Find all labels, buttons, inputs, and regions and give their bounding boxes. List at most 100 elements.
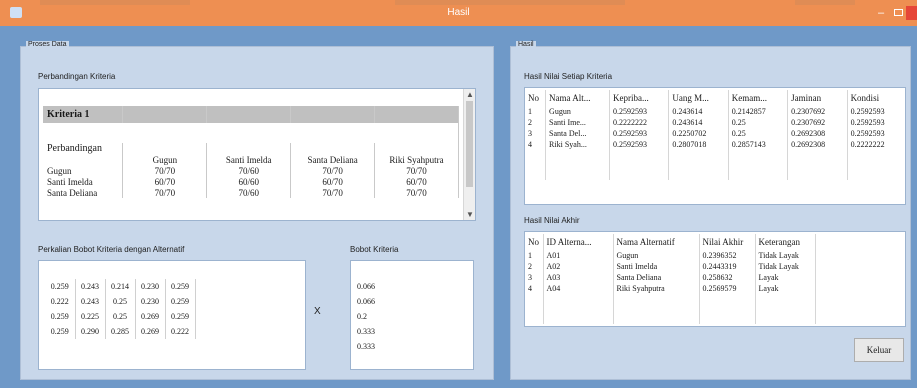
cell: 4 — [525, 139, 547, 150]
matrix-cell: 0.25 — [105, 309, 136, 324]
cell: 0.2592593 — [847, 128, 905, 139]
column-header[interactable]: ID Alterna... — [543, 234, 614, 250]
perbandingan-subheader-row: Perbandingan — [43, 143, 459, 154]
column-header[interactable]: Uang M... — [668, 90, 729, 106]
table-row[interactable]: Gugun 70/70 70/60 70/70 70/70 — [43, 165, 459, 176]
column-header[interactable]: Nilai Akhir — [699, 234, 756, 250]
cell: 70/60 — [206, 165, 292, 176]
matrix-cell: 0.214 — [105, 279, 136, 294]
cell: 70/70 — [122, 187, 208, 198]
minimize-button[interactable]: – — [873, 6, 889, 20]
background-window-text — [40, 0, 190, 5]
table-row[interactable]: 3 Santa Del... 0.2592593 0.2250702 0.25 … — [525, 128, 905, 139]
column-header[interactable]: Kondisi — [847, 90, 905, 106]
scroll-thumb[interactable] — [466, 101, 473, 187]
criteria-header-cell: Kriteria 1 — [43, 106, 124, 123]
cell: 0.243614 — [668, 117, 729, 128]
matrix-cell: 0.222 — [165, 324, 196, 339]
nilai-kriteria-label: Hasil Nilai Setiap Kriteria — [524, 72, 613, 81]
alternative-header: Santa Deliana — [290, 154, 376, 165]
matrix-cell: 0.285 — [105, 324, 136, 339]
bobot-kriteria-label: Bobot Kriteria — [350, 245, 399, 254]
column-header[interactable]: Keterangan — [755, 234, 816, 250]
cell: 60/60 — [206, 176, 292, 187]
cell: 3 — [525, 128, 547, 139]
bobot-cell: 0.333 — [357, 327, 375, 336]
matrix-cell: 0.243 — [75, 279, 106, 294]
cell: 0.2396352 — [699, 250, 756, 261]
column-header[interactable]: Kepriba... — [609, 90, 670, 106]
title-bar: Hasil – — [0, 0, 917, 26]
cell: Riki Syah... — [545, 139, 610, 150]
vertical-scrollbar[interactable]: ▲ ▼ — [463, 89, 475, 220]
nilai-akhir-grid[interactable]: No ID Alterna... Nama Alternatif Nilai A… — [524, 231, 906, 327]
table-row[interactable]: 3 A03 Santa Deliana 0.258632 Layak — [525, 272, 905, 283]
bobot-row: 0.2 — [353, 309, 379, 324]
cell: 70/70 — [374, 187, 459, 198]
cell: Santa Del... — [545, 128, 610, 139]
bobot-cell: 0.2 — [357, 312, 367, 321]
cell: A03 — [543, 272, 614, 283]
matrix-row: 0.259 0.290 0.285 0.269 0.222 — [45, 324, 196, 339]
table-row[interactable]: 1 A01 Gugun 0.2396352 Tidak Layak — [525, 250, 905, 261]
perbandingan-subheader: Perbandingan — [43, 143, 124, 154]
table-row[interactable]: 4 Riki Syah... 0.2592593 0.2807018 0.285… — [525, 139, 905, 150]
nilai-kriteria-grid[interactable]: No Nama Alt... Kepriba... Uang M... Kema… — [524, 87, 906, 205]
cell: 0.243614 — [668, 106, 729, 117]
multiply-symbol: X — [314, 306, 321, 317]
scroll-up-icon[interactable]: ▲ — [464, 90, 475, 99]
cell: 60/70 — [290, 176, 376, 187]
cell: 3 — [525, 272, 544, 283]
cell: 0.25 — [728, 117, 789, 128]
cell: 0.2307692 — [787, 106, 848, 117]
matrix-cell: 0.230 — [135, 294, 166, 309]
column-header[interactable]: Nama Alternatif — [613, 234, 700, 250]
cell: 0.2142857 — [728, 106, 789, 117]
table-row[interactable]: 2 A02 Santi Imelda 0.2443319 Tidak Layak — [525, 261, 905, 272]
table-row[interactable]: 4 A04 Riki Syahputra 0.2569579 Layak — [525, 283, 905, 294]
cell: 0.2592593 — [609, 128, 670, 139]
cell: 0.2592593 — [609, 106, 670, 117]
header-row: No ID Alterna... Nama Alternatif Nilai A… — [525, 234, 905, 250]
matrix-row: 0.259 0.243 0.214 0.230 0.259 — [45, 279, 196, 294]
table-row[interactable]: 2 Santi Ime... 0.2222222 0.243614 0.25 0… — [525, 117, 905, 128]
scroll-down-icon[interactable]: ▼ — [464, 210, 475, 219]
close-button[interactable] — [906, 6, 917, 20]
bobot-cell: 0.066 — [357, 297, 375, 306]
bobot-row: 0.333 — [353, 324, 379, 339]
cell: 60/70 — [374, 176, 459, 187]
cell: 1 — [525, 250, 544, 261]
perkalian-matrix-grid[interactable]: 0.259 0.243 0.214 0.230 0.259 0.222 0.24… — [38, 260, 306, 370]
column-header[interactable]: Kemam... — [728, 90, 789, 106]
criteria-header-row: Kriteria 1 — [43, 106, 459, 123]
column-header[interactable]: Nama Alt... — [545, 90, 610, 106]
bobot-row: 0.066 — [353, 279, 379, 294]
column-header[interactable]: No — [525, 90, 547, 106]
nilai-akhir-label: Hasil Nilai Akhir — [524, 216, 580, 225]
cell: 0.2807018 — [668, 139, 729, 150]
alternative-header: Riki Syahputra — [374, 154, 459, 165]
bobot-kriteria-grid[interactable]: 0.066 0.066 0.2 0.333 0.333 — [350, 260, 474, 370]
background-window-text — [395, 0, 625, 5]
matrix-cell: 0.25 — [105, 294, 136, 309]
cell: Tidak Layak — [755, 250, 816, 261]
maximize-icon — [894, 9, 903, 16]
perkalian-label: Perkalian Bobot Kriteria dengan Alternat… — [38, 245, 185, 254]
maximize-button[interactable] — [892, 6, 905, 20]
cell: Santi Ime... — [545, 117, 610, 128]
cell: 0.2222222 — [847, 139, 905, 150]
cell: Santi Imelda — [613, 261, 700, 272]
keluar-button[interactable]: Keluar — [854, 338, 904, 362]
table-row[interactable]: Santi Imelda 60/70 60/60 60/70 60/70 — [43, 176, 459, 187]
cell: 70/70 — [290, 165, 376, 176]
column-header[interactable]: Jaminan — [787, 90, 848, 106]
perbandingan-kriteria-grid[interactable]: Kriteria 1 Perbandingan Gugun Santi Imel… — [38, 88, 476, 221]
table-row[interactable]: Santa Deliana 70/70 70/60 70/70 70/70 — [43, 187, 459, 198]
matrix-cell: 0.230 — [135, 279, 166, 294]
matrix-cell: 0.269 — [135, 309, 166, 324]
column-header[interactable]: No — [525, 234, 544, 250]
cell: 0.2569579 — [699, 283, 756, 294]
header-row: No Nama Alt... Kepriba... Uang M... Kema… — [525, 90, 905, 106]
cell: 0.25 — [728, 128, 789, 139]
table-row[interactable]: 1 Gugun 0.2592593 0.243614 0.2142857 0.2… — [525, 106, 905, 117]
